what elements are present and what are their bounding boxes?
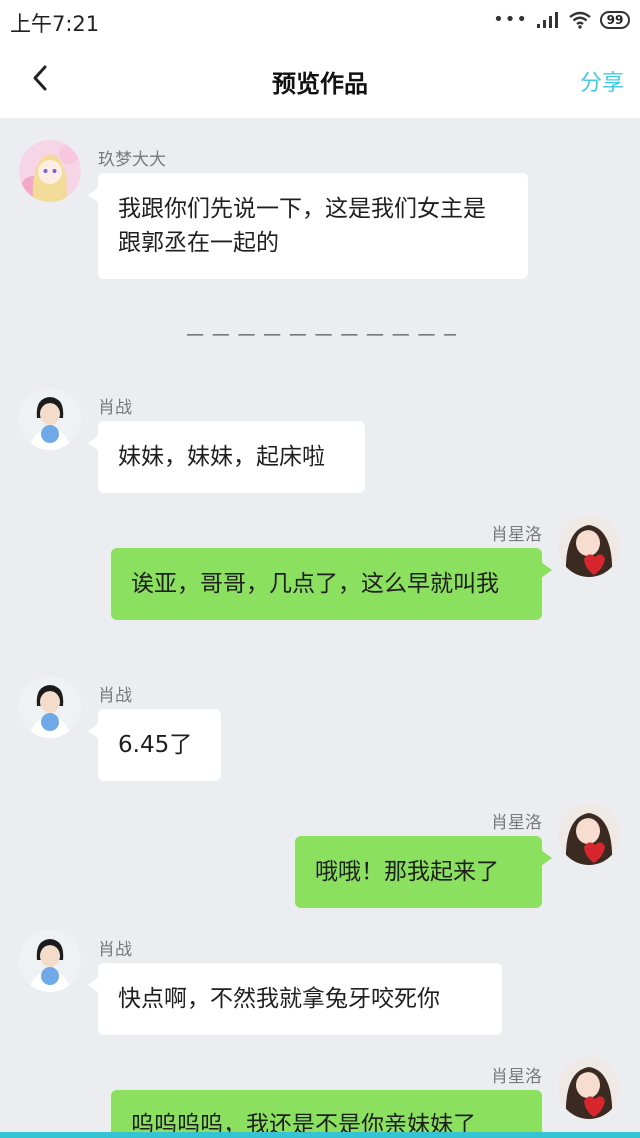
share-button[interactable]: 分享 (580, 65, 624, 97)
message-bubble[interactable]: 妹妹，妹妹，起床啦 (88, 421, 365, 493)
avatar[interactable] (19, 930, 81, 992)
message-bubble[interactable]: 我跟你们先说一下，这是我们女主是跟郭丞在一起的 (88, 173, 528, 279)
avatar[interactable] (558, 515, 620, 577)
divider: — — — — — — — — — — — — — — — — — (186, 324, 456, 344)
avatar[interactable] (558, 803, 620, 865)
avatar[interactable] (558, 1057, 620, 1119)
sender-name: 肖战 (98, 940, 132, 960)
more-dots-icon: ••• (493, 9, 528, 30)
status-time: 上午7:21 (10, 12, 100, 36)
xiao-xingluo-avatar-icon (558, 1057, 620, 1119)
xiao-xingluo-avatar-icon (558, 515, 620, 577)
sender-name: 玖梦大大 (98, 150, 166, 170)
xiao-zhan-avatar-icon (19, 676, 81, 738)
message-bubble[interactable]: 快点啊，不然我就拿兔牙咬死你 (88, 963, 502, 1035)
anime-girl-avatar-icon (19, 140, 81, 202)
wifi-icon (569, 11, 591, 29)
avatar[interactable] (19, 676, 81, 738)
xiao-zhan-avatar-icon (19, 388, 81, 450)
avatar[interactable] (19, 388, 81, 450)
signal-icon (537, 12, 558, 28)
battery-icon: 99 (600, 11, 630, 29)
page-title: 预览作品 (272, 70, 368, 98)
message-bubble[interactable]: 哦哦！那我起来了 (295, 836, 552, 908)
sender-name: 肖星洛 (491, 1067, 542, 1087)
message-bubble[interactable]: 呜呜呜呜，我还是不是你亲妹妹了 (111, 1090, 542, 1138)
xiao-xingluo-avatar-icon (558, 803, 620, 865)
nav-bar: 预览作品 分享 (0, 40, 640, 118)
xiao-zhan-avatar-icon (19, 930, 81, 992)
sender-name: 肖星洛 (491, 813, 542, 833)
sender-name: 肖战 (98, 398, 132, 418)
bottom-strip (0, 1132, 640, 1138)
message-bubble[interactable]: 诶亚，哥哥，几点了，这么早就叫我 (111, 548, 552, 620)
sender-name: 肖战 (98, 686, 132, 706)
status-bar: 上午7:21 ••• 99 (0, 0, 640, 40)
status-icons: ••• 99 (493, 8, 630, 32)
sender-name: 肖星洛 (491, 525, 542, 545)
avatar[interactable] (19, 140, 81, 202)
message-bubble[interactable]: 6.45了 (88, 709, 221, 781)
